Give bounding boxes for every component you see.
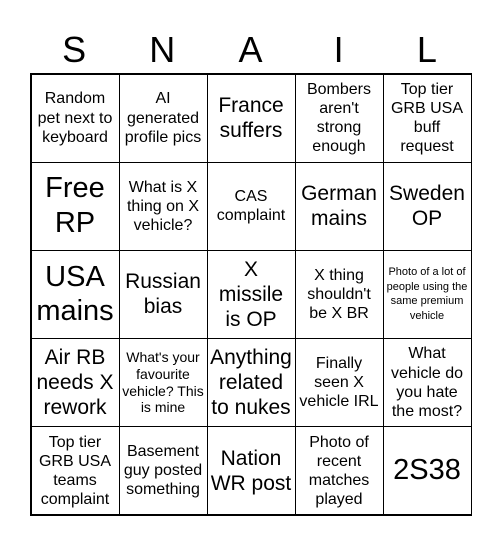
bingo-cell-text: Russian bias <box>125 270 201 319</box>
bingo-cell[interactable]: Free RP <box>30 161 120 251</box>
bingo-cell[interactable]: Nation WR post <box>206 426 296 516</box>
bingo-cell[interactable]: AI generated profile pics <box>118 73 208 163</box>
bingo-cell[interactable]: Random pet next to keyboard <box>30 73 120 163</box>
bingo-cell-text: CAS complaint <box>216 188 286 225</box>
bingo-cell-text: X thing shouldn't be X BR <box>307 266 371 323</box>
bingo-cell[interactable]: Air RB needs X rework <box>30 338 120 428</box>
bingo-cell[interactable]: Anything related to nukes <box>206 338 296 428</box>
bingo-grid: Random pet next to keyboard AI generated … <box>30 73 472 516</box>
bingo-cell-text: Basement guy posted something <box>123 443 203 499</box>
header-letter: N <box>149 29 176 70</box>
bingo-cell-text: AI generated profile pics <box>124 90 202 146</box>
bingo-cell-text: German mains <box>301 182 377 231</box>
bingo-cell-text: Random pet next to keyboard <box>37 90 113 146</box>
bingo-cell-text: Air RB needs X rework <box>36 345 114 420</box>
bingo-cell-text: USA mains <box>36 260 114 328</box>
bingo-cell[interactable]: X thing shouldn't be X BR <box>294 249 384 340</box>
bingo-cell-text: Top tier GRB USA buff request <box>390 80 463 156</box>
bingo-cell-text: X missile is OP <box>218 257 284 332</box>
header-letter: L <box>416 29 437 70</box>
bingo-cell[interactable]: What's your favourite vehicle? This is m… <box>118 338 208 428</box>
bingo-cell[interactable]: Sweden OP <box>382 161 472 251</box>
bingo-cell[interactable]: Photo of a lot of people using the same … <box>382 249 472 340</box>
bingo-cell-text: Sweden OP <box>389 182 465 231</box>
bingo-cell[interactable]: X missile is OP <box>206 249 296 340</box>
bingo-cell-text: What's your favourite vehicle? This is m… <box>122 349 204 416</box>
bingo-cell[interactable]: Russian bias <box>118 249 208 340</box>
bingo-cell[interactable]: What is X thing on X vehicle? <box>118 161 208 251</box>
bingo-cell[interactable]: What vehicle do you hate the most? <box>382 338 472 428</box>
bingo-cell-text: Bombers aren't strong enough <box>306 80 372 156</box>
bingo-cell[interactable]: Bombers aren't strong enough <box>294 73 384 163</box>
bingo-cell[interactable]: German mains <box>294 161 384 251</box>
bingo-cell-text: Photo of recent matches played <box>308 433 370 509</box>
bingo-cell-text: Finally seen X vehicle IRL <box>299 354 379 411</box>
bingo-cell[interactable]: France suffers <box>206 73 296 163</box>
bingo-cell-text: Anything related to nukes <box>210 345 292 420</box>
bingo-cell-text: What is X thing on X vehicle? <box>126 178 200 234</box>
bingo-header: SNAIL <box>30 26 471 74</box>
bingo-cell-text: France suffers <box>218 93 284 143</box>
bingo-cell[interactable]: 2S38 <box>382 426 472 516</box>
header-letter: I <box>333 29 344 70</box>
bingo-cell-text: Nation WR post <box>210 446 292 495</box>
bingo-cell-text: What vehicle do you hate the most? <box>390 345 464 420</box>
bingo-cell-text: Photo of a lot of people using the same … <box>386 265 468 323</box>
bingo-cell[interactable]: Top tier GRB USA buff request <box>382 73 472 163</box>
header-letter: A <box>238 29 263 70</box>
bingo-cell[interactable]: Photo of recent matches played <box>294 426 384 516</box>
bingo-cell-text: Free RP <box>45 172 105 240</box>
bingo-cell[interactable]: CAS complaint <box>206 161 296 251</box>
bingo-cell[interactable]: Basement guy posted something <box>118 426 208 516</box>
header-letter: S <box>62 29 87 70</box>
bingo-cell[interactable]: Top tier GRB USA teams complaint <box>30 426 120 516</box>
bingo-cell-text: Top tier GRB USA teams complaint <box>38 433 111 509</box>
bingo-cell-text: 2S38 <box>393 454 461 487</box>
bingo-cell[interactable]: Finally seen X vehicle IRL <box>294 338 384 428</box>
bingo-cell[interactable]: USA mains <box>30 249 120 340</box>
